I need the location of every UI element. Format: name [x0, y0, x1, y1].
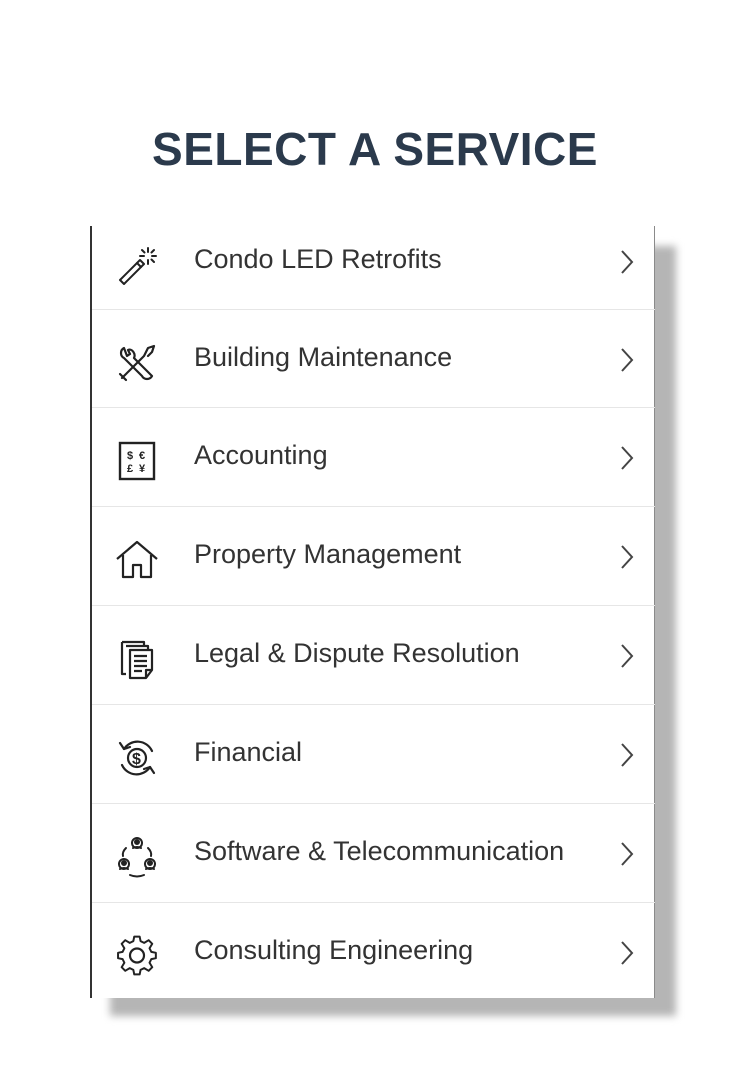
service-item-accounting[interactable]: $ € £ ¥ Accounting: [92, 408, 655, 507]
svg-text:€: €: [139, 450, 145, 462]
service-item-building-maintenance[interactable]: Building Maintenance: [92, 310, 655, 408]
service-item-legal-dispute-resolution[interactable]: Legal & Dispute Resolution: [92, 606, 655, 705]
service-label: Condo LED Retrofits: [194, 244, 442, 274]
chevron-right-icon: [617, 443, 637, 473]
tools-icon: [114, 340, 160, 386]
gear-icon: [114, 933, 160, 979]
service-label: Building Maintenance: [194, 342, 453, 372]
chevron-right-icon: [617, 641, 637, 671]
service-item-software-telecommunication[interactable]: Software & Telecommunication: [92, 804, 655, 903]
svg-text:$: $: [132, 751, 141, 768]
service-label: Financial: [194, 737, 303, 767]
documents-icon: [114, 636, 160, 682]
service-item-financial[interactable]: $ Financial: [92, 705, 655, 804]
page-title: SELECT A SERVICE: [152, 123, 598, 175]
service-label: Software & Telecommunication: [194, 836, 565, 866]
service-list: Condo LED Retrofits Building Maintenance…: [90, 226, 655, 998]
currency-icon: $ € £ ¥: [114, 438, 160, 484]
chevron-right-icon: [617, 740, 637, 770]
service-item-consulting-engineering[interactable]: Consulting Engineering: [92, 903, 655, 998]
chevron-right-icon: [617, 839, 637, 869]
network-people-icon: [114, 834, 160, 880]
svg-text:$: $: [127, 450, 133, 462]
house-icon: [114, 537, 160, 583]
svg-text:¥: ¥: [139, 463, 146, 475]
chevron-right-icon: [617, 542, 637, 572]
svg-text:£: £: [127, 463, 133, 475]
service-item-property-management[interactable]: Property Management: [92, 507, 655, 606]
chevron-right-icon: [617, 247, 637, 277]
dollar-cycle-icon: $: [114, 735, 160, 781]
service-item-condo-led-retrofits[interactable]: Condo LED Retrofits: [92, 212, 655, 310]
magic-wand-icon: [114, 242, 160, 288]
service-label: Property Management: [194, 539, 462, 569]
service-label: Consulting Engineering: [194, 935, 474, 965]
service-label: Legal & Dispute Resolution: [194, 638, 520, 668]
chevron-right-icon: [617, 938, 637, 968]
chevron-right-icon: [617, 345, 637, 375]
service-label: Accounting: [194, 440, 328, 470]
